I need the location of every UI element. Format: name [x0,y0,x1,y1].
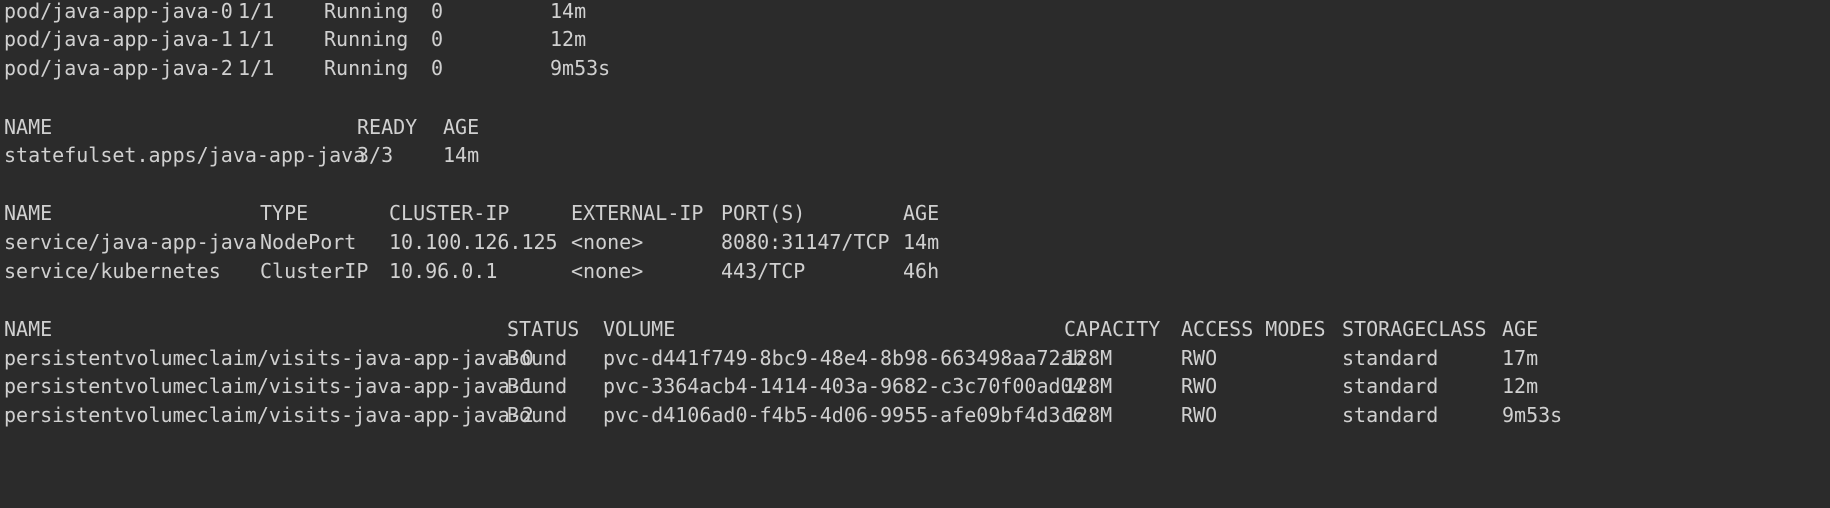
service-ports: 443/TCP [721,259,806,283]
pvc-name: persistentvolumeclaim/visits-java-app-ja… [4,403,534,427]
service-age: 14m [903,230,940,254]
service-cluster-ip: 10.100.126.125 [389,230,558,254]
pvc-status: Bound [507,346,568,370]
service-cluster-ip: 10.96.0.1 [389,259,498,283]
column-header-name: NAME [4,317,53,341]
pod-age: 9m53s [550,56,611,80]
pod-name: pod/java-app-java-2 [4,56,233,80]
service-name: service/java-app-java [4,230,257,254]
pod-ready: 1/1 [238,27,275,51]
pod-restarts: 0 [431,56,444,80]
pvc-volume: pvc-3364acb4-1414-403a-9682-c3c70f00ad04 [603,374,1085,398]
pvc-capacity: 128M [1064,374,1113,398]
column-header-volume: VOLUME [603,317,676,341]
pvc-capacity: 128M [1064,346,1113,370]
service-ports: 8080:31147/TCP [721,230,890,254]
pod-name: pod/java-app-java-1 [4,27,233,51]
service-row: service/kubernetes ClusterIP 10.96.0.1 <… [0,260,1830,294]
column-header-ports: PORT(S) [721,201,806,225]
pvc-age: 17m [1502,346,1539,370]
pod-row: pod/java-app-java-2 1/1 Running 0 9m53s [0,57,1830,91]
service-type: NodePort [260,230,357,254]
pod-restarts: 0 [431,0,444,23]
statefulset-row: statefulset.apps/java-app-java 3/3 14m [0,144,1830,178]
column-header-access-modes: ACCESS MODES [1181,317,1326,341]
pod-age: 14m [550,0,587,23]
pvc-access-modes: RWO [1181,374,1218,398]
pod-restarts: 0 [431,27,444,51]
pod-name: pod/java-app-java-0 [4,0,233,23]
column-header-type: TYPE [260,201,309,225]
pvc-row: persistentvolumeclaim/visits-java-app-ja… [0,404,1830,438]
pod-ready: 1/1 [238,56,275,80]
service-age: 46h [903,259,940,283]
pvc-storageclass: standard [1342,374,1439,398]
service-external-ip: <none> [571,259,644,283]
pvc-name: persistentvolumeclaim/visits-java-app-ja… [4,346,534,370]
column-header-external-ip: EXTERNAL-IP [571,201,704,225]
pod-status: Running [324,27,409,51]
statefulset-age: 14m [443,143,480,167]
pvc-access-modes: RWO [1181,403,1218,427]
pvc-storageclass: standard [1342,403,1439,427]
service-external-ip: <none> [571,230,644,254]
pod-status: Running [324,56,409,80]
service-type: ClusterIP [260,259,369,283]
pvc-status: Bound [507,403,568,427]
pod-status: Running [324,0,409,23]
statefulset-ready: 3/3 [357,143,394,167]
column-header-name: NAME [4,115,53,139]
column-header-age: AGE [903,201,940,225]
pod-age: 12m [550,27,587,51]
pvc-age: 12m [1502,374,1539,398]
pvc-status: Bound [507,374,568,398]
pvc-name: persistentvolumeclaim/visits-java-app-ja… [4,374,534,398]
pod-ready: 1/1 [238,0,275,23]
pvc-volume: pvc-d441f749-8bc9-48e4-8b98-663498aa72ab [603,346,1085,370]
column-header-storageclass: STORAGECLASS [1342,317,1487,341]
column-header-name: NAME [4,201,53,225]
statefulset-name: statefulset.apps/java-app-java [4,143,366,167]
pvc-storageclass: standard [1342,346,1439,370]
column-header-age: AGE [1502,317,1539,341]
column-header-cluster-ip: CLUSTER-IP [389,201,510,225]
column-header-age: AGE [443,115,480,139]
pvc-capacity: 128M [1064,403,1113,427]
pvc-age: 9m53s [1502,403,1563,427]
column-header-status: STATUS [507,317,580,341]
column-header-capacity: CAPACITY [1064,317,1161,341]
service-name: service/kubernetes [4,259,221,283]
column-header-ready: READY [357,115,418,139]
terminal-output[interactable]: pod/java-app-java-0 1/1 Running 0 14m po… [0,0,1830,508]
pvc-access-modes: RWO [1181,346,1218,370]
pvc-volume: pvc-d4106ad0-f4b5-4d06-9955-afe09bf4d3c6 [603,403,1085,427]
